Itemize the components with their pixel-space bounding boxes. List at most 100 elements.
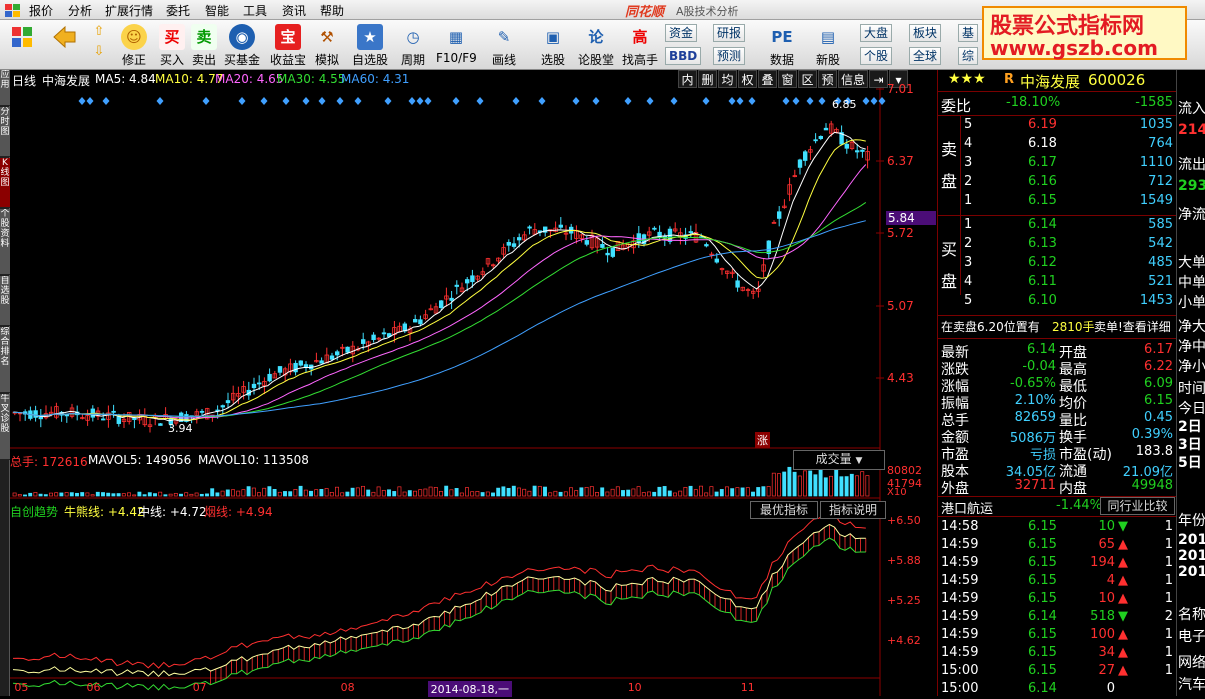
industry-name[interactable]: 港口航运	[941, 498, 993, 517]
level-volume: 1035	[1139, 117, 1173, 132]
menu-extended-market[interactable]: 扩展行情	[105, 2, 153, 19]
sell-level-row[interactable]: 5 6.19 1035	[938, 117, 1177, 135]
back-button[interactable]	[44, 22, 84, 68]
data-button[interactable]: PE 数据	[762, 22, 802, 68]
up-down-button[interactable]: ⇧ ⇩	[84, 22, 114, 68]
level-number: 3	[964, 255, 973, 270]
stat-value: 6.17	[1144, 342, 1173, 357]
buy-level-row[interactable]: 2 6.13 542	[938, 236, 1177, 254]
buy-level-row[interactable]: 4 6.11 521	[938, 274, 1177, 292]
volume-bar	[595, 492, 599, 497]
bbd-button[interactable]: BBD	[665, 47, 702, 65]
menu-analysis[interactable]: 分析	[68, 2, 92, 19]
period-button[interactable]: ◷ 周期	[393, 22, 433, 68]
buy-level-row[interactable]: 1 6.14 585	[938, 217, 1177, 235]
tick-row: 15:00 6.14 0	[938, 681, 1177, 699]
chevron-down-icon: ▼	[855, 456, 863, 466]
menu-quote[interactable]: 报价	[29, 2, 53, 19]
tab-kline[interactable]: K线图	[0, 158, 10, 208]
weibi-value: -18.10%	[1006, 95, 1061, 110]
candle-body	[527, 226, 532, 229]
income-treasure-button[interactable]: 宝 收益宝	[266, 22, 310, 68]
watermark-url: www.gszb.com	[990, 36, 1158, 60]
quote-stock-code: 600026	[1088, 71, 1146, 89]
watchlist-button[interactable]: ★ 自选股	[348, 22, 392, 68]
level-volume: 1453	[1139, 293, 1173, 308]
new-stock-button[interactable]: ▤ 新股	[808, 22, 848, 68]
tick-count: 1	[1164, 555, 1173, 570]
indicator-help-button[interactable]: 指标说明	[820, 501, 886, 519]
tick-price: 6.15	[1028, 627, 1057, 642]
overall-button[interactable]: 综	[958, 47, 979, 65]
candle-body	[813, 139, 818, 142]
simulate-button[interactable]: ⚒ 模拟	[307, 22, 347, 68]
stat-row: 涨跌 -0.04 最高 6.22	[938, 359, 1177, 378]
signal-diamond	[282, 97, 290, 105]
sell-level-row[interactable]: 2 6.16 712	[938, 174, 1177, 192]
global-button[interactable]: 全球	[909, 47, 942, 65]
buy-level-row[interactable]: 5 6.10 1453	[938, 293, 1177, 311]
tab-watchlist[interactable]: 自选股	[0, 276, 10, 326]
stock-picker-button[interactable]: ▣ 选股	[533, 22, 573, 68]
candle-body	[823, 127, 829, 131]
candle-body	[319, 360, 324, 364]
best-indicator-button[interactable]: 最优指标	[750, 501, 818, 519]
buy-level-row[interactable]: 3 6.12 485	[938, 255, 1177, 273]
order-notice-link[interactable]: 卖单!查看详细	[1094, 318, 1171, 335]
menu-help[interactable]: 帮助	[320, 2, 344, 19]
volume-bar	[589, 486, 594, 497]
menu-entrust[interactable]: 委托	[166, 2, 190, 19]
candle-body	[511, 243, 517, 247]
tick-price: 6.15	[1028, 555, 1057, 570]
candle-body	[652, 227, 657, 230]
f10-button[interactable]: ▦ F10/F9	[436, 22, 477, 68]
forecast-button[interactable]: 预测	[713, 47, 746, 65]
buy-fund-button[interactable]: ◉ 买基金	[220, 22, 264, 68]
volume-bar	[813, 474, 818, 497]
tab-company-info[interactable]: 个股资料	[0, 209, 10, 275]
volume-bar	[761, 486, 766, 497]
tab-ranking[interactable]: 综合排名	[0, 327, 10, 393]
volume-dropdown[interactable]: 成交量 ▼	[793, 450, 885, 470]
sell-level-row[interactable]: 4 6.18 764	[938, 136, 1177, 154]
tab-apps[interactable]: 应用	[0, 70, 10, 106]
volume-bar	[480, 492, 485, 497]
fix-button[interactable]: ☺ 修正	[114, 22, 154, 68]
market-button[interactable]: 大盘	[860, 24, 893, 42]
fund-flow-button[interactable]: 资金	[665, 24, 698, 42]
volume-bar	[121, 493, 126, 497]
mid-line	[12, 523, 866, 678]
research-button[interactable]: 研报	[713, 24, 746, 42]
candle-body	[714, 258, 719, 263]
candle-body	[345, 346, 350, 353]
menu-smart[interactable]: 智能	[205, 2, 229, 19]
draw-line-button[interactable]: ✎ 画线	[484, 22, 524, 68]
event-tag[interactable]: 涨	[755, 432, 770, 448]
industry-compare-button[interactable]: 同行业比较	[1100, 497, 1175, 515]
level-number: 5	[964, 117, 973, 132]
fund-button[interactable]: 基	[958, 24, 979, 42]
single-stock-button[interactable]: 个股	[860, 47, 893, 65]
kline-chart-area[interactable]: 日线 中海发展 MA5: 4.84 MA10: 4.77 MA20: 4.65 …	[10, 70, 937, 697]
volume-bar	[137, 491, 142, 497]
tick-time: 14:59	[941, 591, 979, 606]
forum-button[interactable]: 论 论股堂	[574, 22, 618, 68]
layout-button[interactable]	[2, 22, 42, 68]
sell-level-row[interactable]: 3 6.17 1110	[938, 155, 1177, 173]
sell-button[interactable]: 卖 卖出	[184, 22, 224, 68]
tick-price: 6.15	[1028, 663, 1057, 678]
level-volume: 712	[1148, 174, 1173, 189]
signal-diamond	[336, 97, 344, 105]
tab-diagnose[interactable]: 牛叉诊股	[0, 394, 10, 460]
volume-bar	[444, 485, 449, 497]
sector-button[interactable]: 板块	[909, 24, 942, 42]
tab-intraday[interactable]: 分时图	[0, 107, 10, 157]
menu-tools[interactable]: 工具	[243, 2, 267, 19]
level-volume: 585	[1148, 217, 1173, 232]
tick-volume: 65	[1098, 537, 1115, 552]
sell-level-row[interactable]: 1 6.15 1549	[938, 193, 1177, 211]
find-expert-button[interactable]: 高 找高手	[618, 22, 662, 68]
tick-price: 6.15	[1028, 645, 1057, 660]
menu-news[interactable]: 资讯	[282, 2, 306, 19]
volume-bar	[324, 488, 329, 497]
